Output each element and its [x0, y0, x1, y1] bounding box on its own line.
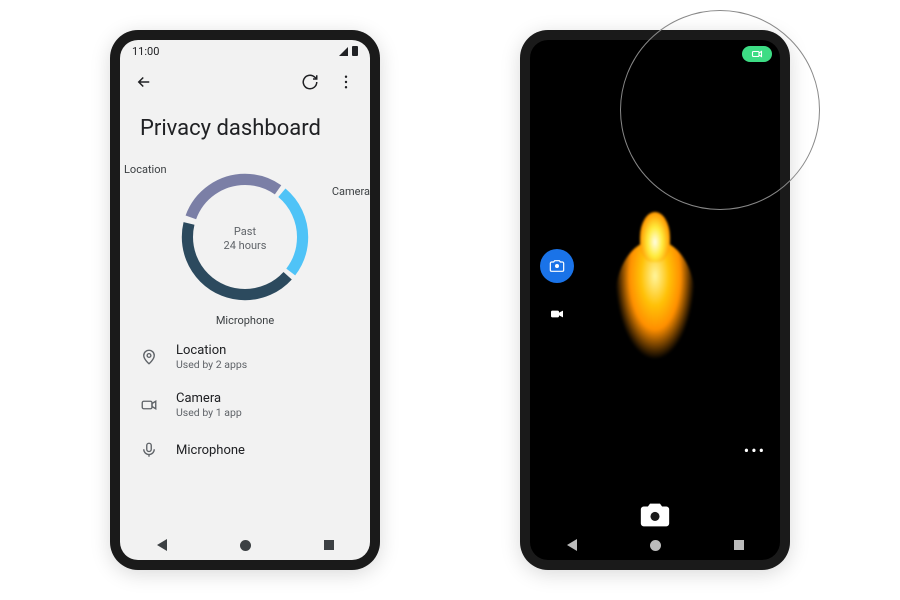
candle-image	[615, 240, 695, 360]
nav-recents-button[interactable]	[324, 540, 334, 550]
donut-label-location: Location	[124, 163, 167, 176]
list-item-subtitle: Used by 2 apps	[176, 358, 247, 371]
list-item-location[interactable]: Location Used by 2 apps	[130, 333, 360, 381]
list-item-microphone[interactable]: Microphone	[130, 429, 360, 471]
donut-label-microphone: Microphone	[216, 314, 274, 327]
nav-home-button[interactable]	[240, 540, 251, 551]
mode-switcher	[540, 249, 574, 331]
nav-bar	[530, 530, 780, 560]
nav-back-button[interactable]	[157, 539, 167, 551]
camera-icon	[138, 394, 160, 416]
permission-list: Location Used by 2 apps Camera Used by 1…	[120, 327, 370, 471]
phone-camera-app: •••	[520, 30, 790, 570]
back-button[interactable]	[132, 70, 156, 94]
nav-back-button[interactable]	[567, 539, 577, 551]
nav-bar	[120, 530, 370, 560]
privacy-indicator-chip[interactable]	[742, 46, 772, 62]
overflow-menu-button[interactable]	[334, 70, 358, 94]
photo-mode-button[interactable]	[540, 249, 574, 283]
list-item-title: Location	[176, 343, 247, 358]
microphone-icon	[138, 439, 160, 461]
usage-donut-chart: Past 24 hours Location Camera Microphone	[120, 151, 370, 327]
donut-center-line1: Past	[234, 225, 256, 239]
video-mode-button[interactable]	[540, 297, 574, 331]
list-item-title: Microphone	[176, 443, 245, 458]
status-time: 11:00	[132, 45, 159, 58]
signal-icon	[339, 47, 348, 56]
location-pin-icon	[138, 346, 160, 368]
list-item-subtitle: Used by 1 app	[176, 406, 242, 419]
donut-center-line2: 24 hours	[224, 239, 267, 253]
phone-privacy-dashboard: 11:00 Privacy dashboard	[110, 30, 380, 570]
camera-icon	[750, 48, 764, 60]
list-item-title: Camera	[176, 391, 242, 406]
donut-label-camera: Camera	[332, 185, 370, 198]
more-options-button[interactable]: •••	[744, 441, 766, 460]
refresh-button[interactable]	[298, 70, 322, 94]
status-bar: 11:00	[120, 40, 370, 62]
video-icon	[549, 306, 565, 322]
list-item-camera[interactable]: Camera Used by 1 app	[130, 381, 360, 429]
battery-icon	[352, 46, 358, 56]
page-title: Privacy dashboard	[120, 102, 370, 151]
app-bar	[120, 62, 370, 102]
nav-recents-button[interactable]	[734, 540, 744, 550]
camera-icon	[638, 498, 672, 532]
nav-home-button[interactable]	[650, 540, 661, 551]
camera-icon	[549, 258, 565, 274]
